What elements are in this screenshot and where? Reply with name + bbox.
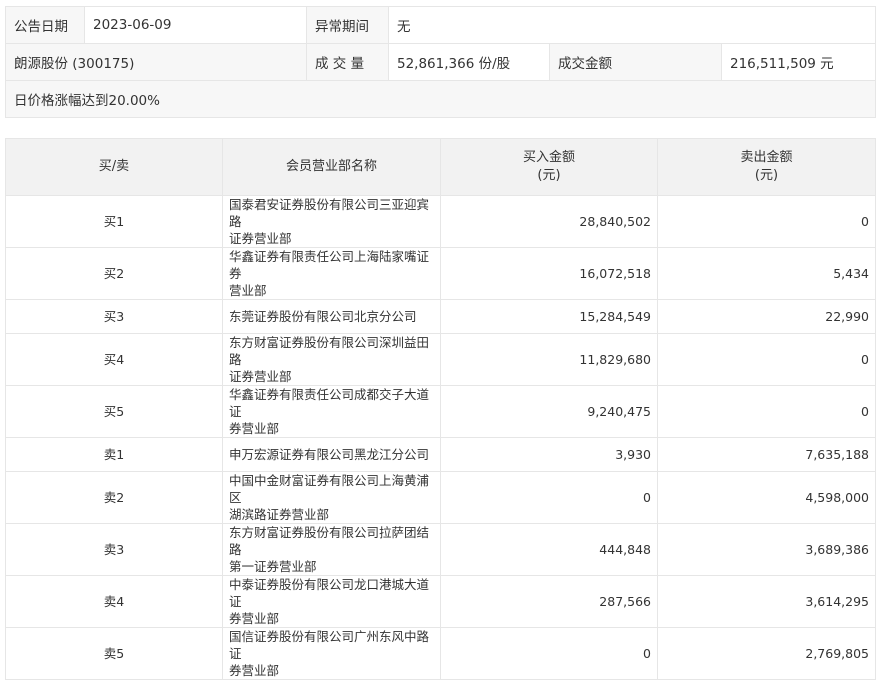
direction-cell: 卖3	[5, 523, 223, 576]
sell-amount-cell: 22,990	[657, 299, 876, 334]
branch-name-line2: 券营业部	[229, 663, 280, 678]
branch-name-line1: 华鑫证券有限责任公司成都交子大道证	[229, 387, 430, 419]
branch-name-line1: 东莞证券股份有限公司北京分公司	[229, 309, 417, 324]
header-branch: 会员营业部名称	[222, 138, 441, 196]
stock-name: 朗源股份 (300175)	[5, 43, 307, 81]
sell-amount-cell: 0	[657, 195, 876, 248]
sell-amount-cell: 3,689,386	[657, 523, 876, 576]
table-row: 卖4 中泰证券股份有限公司龙口港城大道证 券营业部 287,566 3,614,295	[5, 575, 876, 628]
branch-name-line2: 第一证券营业部	[229, 559, 317, 574]
announce-date-label: 公告日期	[5, 6, 85, 44]
branch-name-cell: 中国中金财富证券有限公司上海黄浦区湖滨路证券营业部	[222, 471, 441, 524]
direction-cell: 买3	[5, 299, 223, 334]
branch-name-line2: 湖滨路证券营业部	[229, 507, 330, 522]
branch-name-cell: 国泰君安证券股份有限公司三亚迎宾路证券营业部	[222, 195, 441, 248]
branch-name-cell: 华鑫证券有限责任公司上海陆家嘴证券营业部	[222, 247, 441, 300]
sell-amount-cell: 7,635,188	[657, 437, 876, 472]
announcement-info-table: 公告日期 2023-06-09 异常期间 无 朗源股份 (300175) 成 交…	[4, 6, 877, 118]
header-buy-line1: 买入金额	[522, 150, 575, 165]
table-row: 买5 华鑫证券有限责任公司成都交子大道证 券营业部 9,240,475 0	[5, 385, 876, 438]
buy-amount-cell: 9,240,475	[440, 385, 658, 438]
branch-name-line2: 证券营业部	[229, 231, 292, 246]
branch-name-line1: 国信证券股份有限公司广州东风中路证	[229, 629, 430, 661]
buy-amount-cell: 3,930	[440, 437, 658, 472]
direction-cell: 卖4	[5, 575, 223, 628]
sell-amount-cell: 4,598,000	[657, 471, 876, 524]
header-sell-line2: (元)	[754, 168, 779, 183]
branch-name-line1: 华鑫证券有限责任公司上海陆家嘴证券	[229, 249, 430, 281]
sell-amount-cell: 5,434	[657, 247, 876, 300]
branch-name-cell: 中泰证券股份有限公司龙口港城大道证券营业部	[222, 575, 441, 628]
volume-label: 成 交 量	[306, 43, 389, 81]
direction-cell: 卖1	[5, 437, 223, 472]
table-row: 买2 华鑫证券有限责任公司上海陆家嘴证券 营业部 16,072,518 5,434	[5, 247, 876, 300]
buy-amount-cell: 28,840,502	[440, 195, 658, 248]
direction-cell: 买1	[5, 195, 223, 248]
header-buy-line2: (元)	[537, 168, 561, 183]
table-row: 卖1 申万宏源证券有限公司黑龙江分公司 3,930 7,635,188	[5, 437, 876, 472]
buy-amount-cell: 11,829,680	[440, 333, 658, 386]
direction-cell: 买2	[5, 247, 223, 300]
branch-name-line2: 券营业部	[229, 421, 280, 436]
direction-cell: 买4	[5, 333, 223, 386]
header-direction: 买/卖	[5, 138, 223, 196]
table-row: 卖3 东方财富证券股份有限公司拉萨团结路 第一证券营业部 444,848 3,689,3…	[5, 523, 876, 576]
branch-name-line1: 东方财富证券股份有限公司深圳益田路	[229, 335, 430, 367]
turnover-value: 216,511,509 元	[720, 43, 877, 81]
sell-amount-cell: 0	[657, 385, 876, 438]
abnormal-period-value: 无	[387, 6, 877, 44]
listing-reason: 日价格涨幅达到20.00%	[4, 80, 877, 118]
table-row: 卖2 中国中金财富证券有限公司上海黄浦区 湖滨路证券营业部 0 4,598,000	[5, 471, 876, 524]
branch-name-line1: 中国中金财富证券有限公司上海黄浦区	[229, 473, 430, 505]
header-buy-amount: 买入金额 (元)	[440, 138, 658, 196]
turnover-label: 成交金额	[549, 43, 722, 81]
branch-name-line1: 国泰君安证券股份有限公司三亚迎宾路	[229, 197, 430, 229]
sell-amount-cell: 0	[657, 333, 876, 386]
direction-cell: 买5	[5, 385, 223, 438]
branch-name-line2: 证券营业部	[229, 369, 292, 384]
table-row: 买3 东莞证券股份有限公司北京分公司 15,284,549 22,990	[5, 299, 876, 334]
volume-value: 52,861,366 份/股	[388, 43, 550, 81]
branch-name-line1: 东方财富证券股份有限公司拉萨团结路	[229, 525, 430, 557]
branch-name-cell: 东方财富证券股份有限公司拉萨团结路第一证券营业部	[222, 523, 441, 576]
branch-name-cell: 华鑫证券有限责任公司成都交子大道证券营业部	[222, 385, 441, 438]
branch-name-cell: 东莞证券股份有限公司北京分公司	[222, 299, 441, 334]
table-header-row: 买/卖 会员营业部名称 买入金额 (元) 卖出金额 (元)	[5, 138, 876, 196]
direction-cell: 卖2	[5, 471, 223, 524]
branch-name-line1: 中泰证券股份有限公司龙口港城大道证	[229, 577, 430, 609]
trading-seats-table: 买/卖 会员营业部名称 买入金额 (元) 卖出金额 (元) 买1 国泰君安证券股份…	[5, 138, 876, 680]
branch-name-line1: 申万宏源证券有限公司黑龙江分公司	[229, 447, 430, 462]
buy-amount-cell: 444,848	[440, 523, 658, 576]
branch-name-line2: 券营业部	[229, 611, 280, 626]
branch-name-cell: 申万宏源证券有限公司黑龙江分公司	[222, 437, 441, 472]
branch-name-line2: 营业部	[229, 283, 267, 298]
abnormal-period-label: 异常期间	[306, 6, 389, 44]
buy-amount-cell: 16,072,518	[440, 247, 658, 300]
buy-amount-cell: 0	[440, 471, 658, 524]
header-sell-amount: 卖出金额 (元)	[657, 138, 876, 196]
buy-amount-cell: 287,566	[440, 575, 658, 628]
header-sell-line1: 卖出金额	[740, 150, 793, 165]
branch-name-cell: 东方财富证券股份有限公司深圳益田路证券营业部	[222, 333, 441, 386]
table-row: 买4 东方财富证券股份有限公司深圳益田路 证券营业部 11,829,680 0	[5, 333, 876, 386]
table-row: 买1 国泰君安证券股份有限公司三亚迎宾路 证券营业部 28,840,502 0	[5, 195, 876, 248]
announce-date-value: 2023-06-09	[84, 6, 307, 44]
buy-amount-cell: 15,284,549	[440, 299, 658, 334]
sell-amount-cell: 3,614,295	[657, 575, 876, 628]
